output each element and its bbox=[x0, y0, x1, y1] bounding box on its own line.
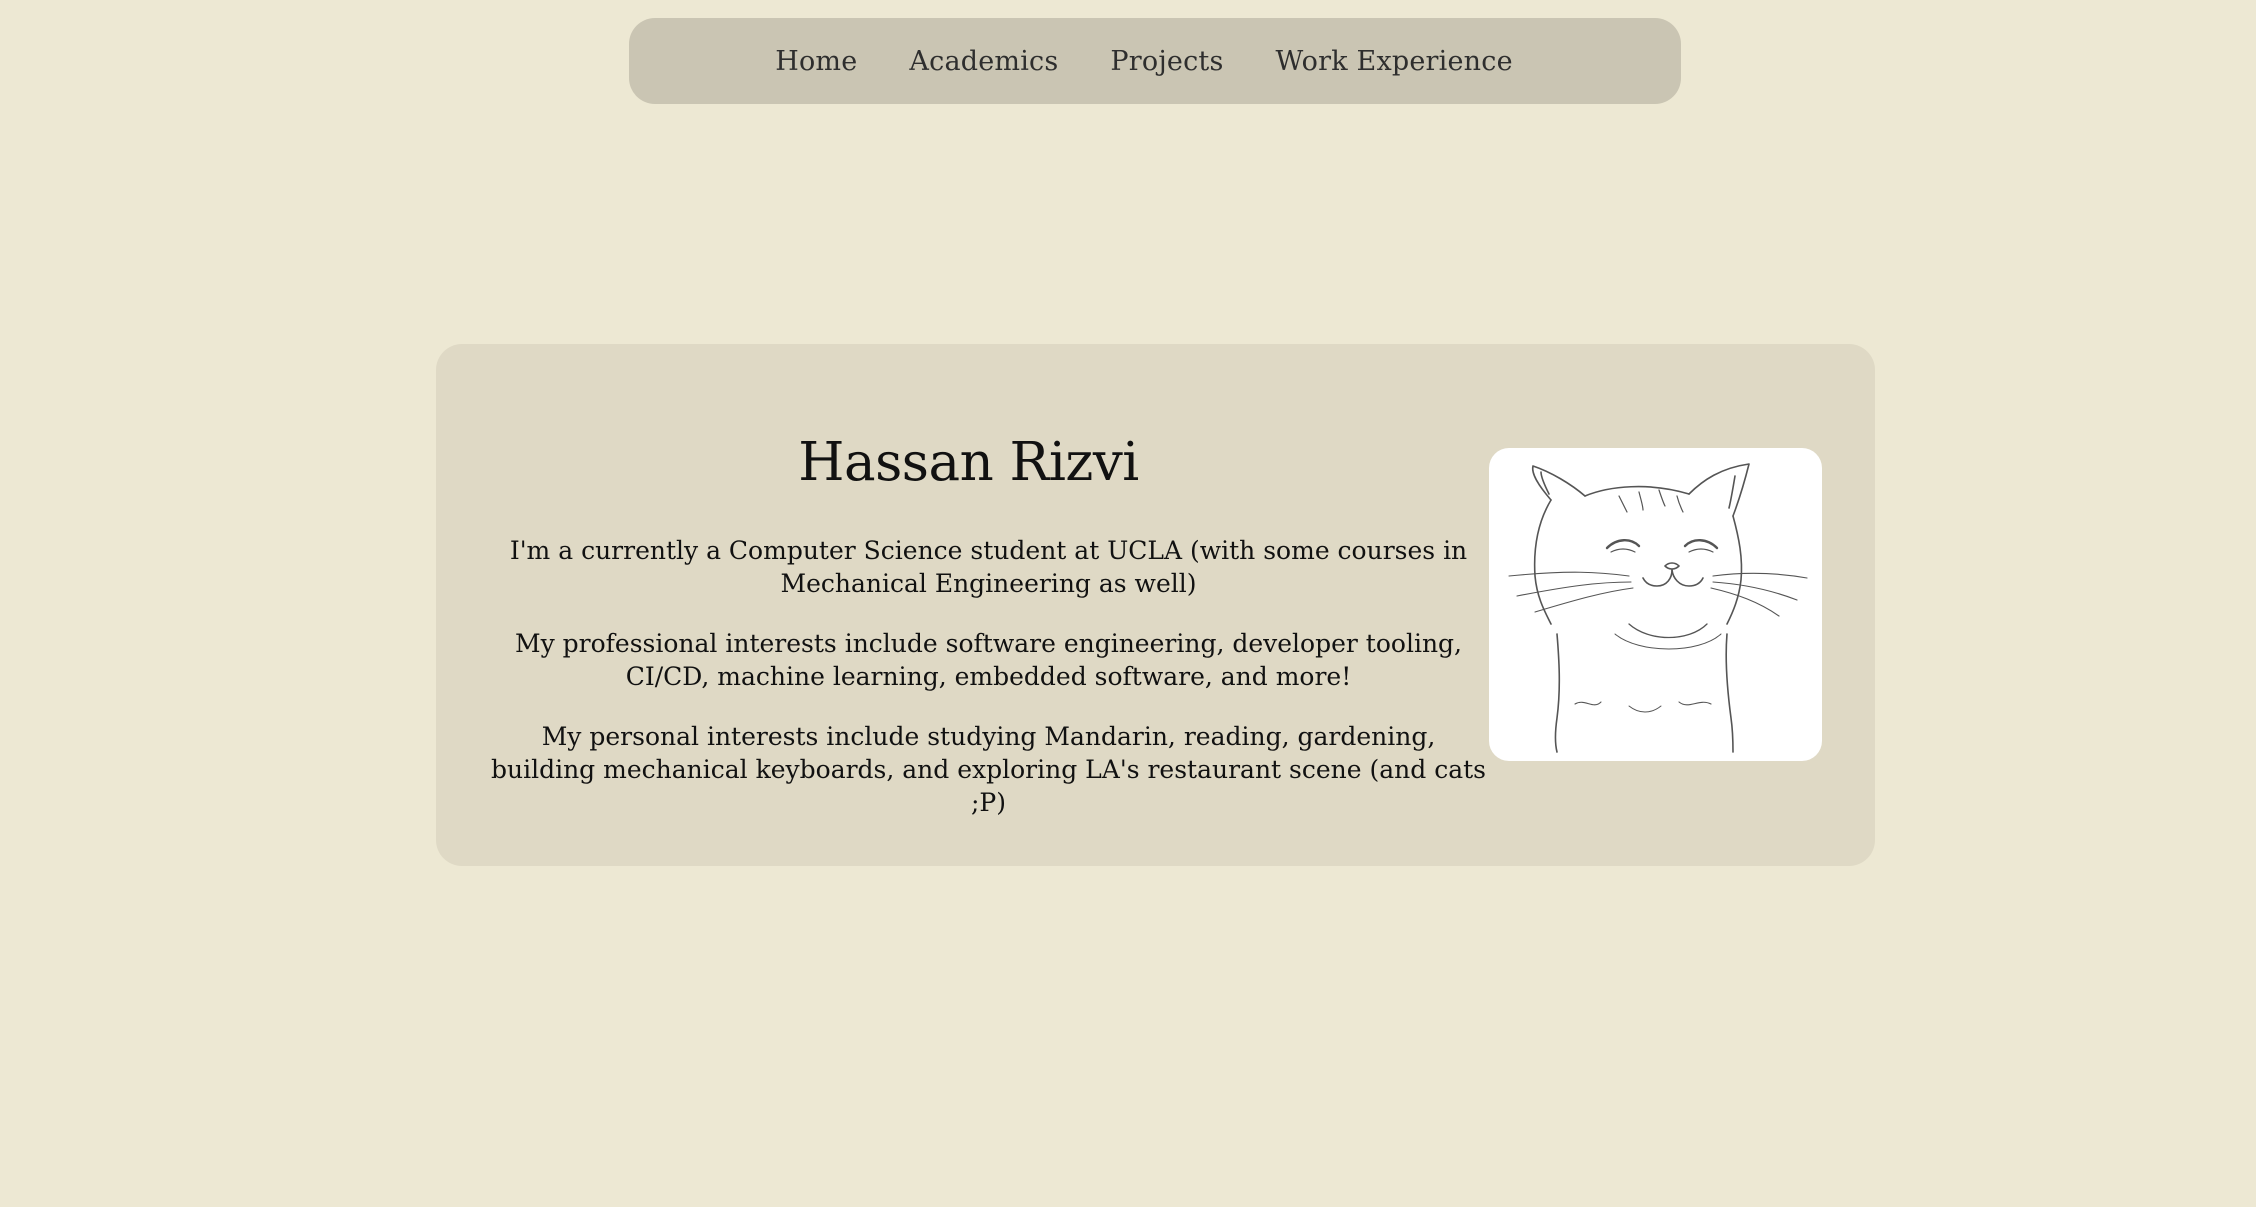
nav-link-academics[interactable]: Academics bbox=[909, 46, 1058, 77]
navbar: Home Academics Projects Work Experience bbox=[629, 18, 1681, 104]
profile-picture bbox=[1489, 448, 1822, 761]
bio-paragraph-personal: My personal interests include studying M… bbox=[490, 722, 1487, 817]
profile-card: Hassan Rizvi I'm a currently a Computer … bbox=[436, 344, 1875, 866]
nav-link-projects[interactable]: Projects bbox=[1110, 46, 1223, 77]
smiling-cat-icon bbox=[1508, 463, 1808, 753]
profile-text: Hassan Rizvi I'm a currently a Computer … bbox=[436, 344, 1501, 866]
profile-name: Hassan Rizvi bbox=[798, 432, 1139, 493]
nav-link-home[interactable]: Home bbox=[775, 46, 857, 77]
nav-link-work-experience[interactable]: Work Experience bbox=[1276, 46, 1513, 77]
bio-paragraph-professional: My professional interests include softwa… bbox=[514, 629, 1462, 691]
bio-paragraph-education: I'm a currently a Computer Science stude… bbox=[509, 536, 1468, 598]
